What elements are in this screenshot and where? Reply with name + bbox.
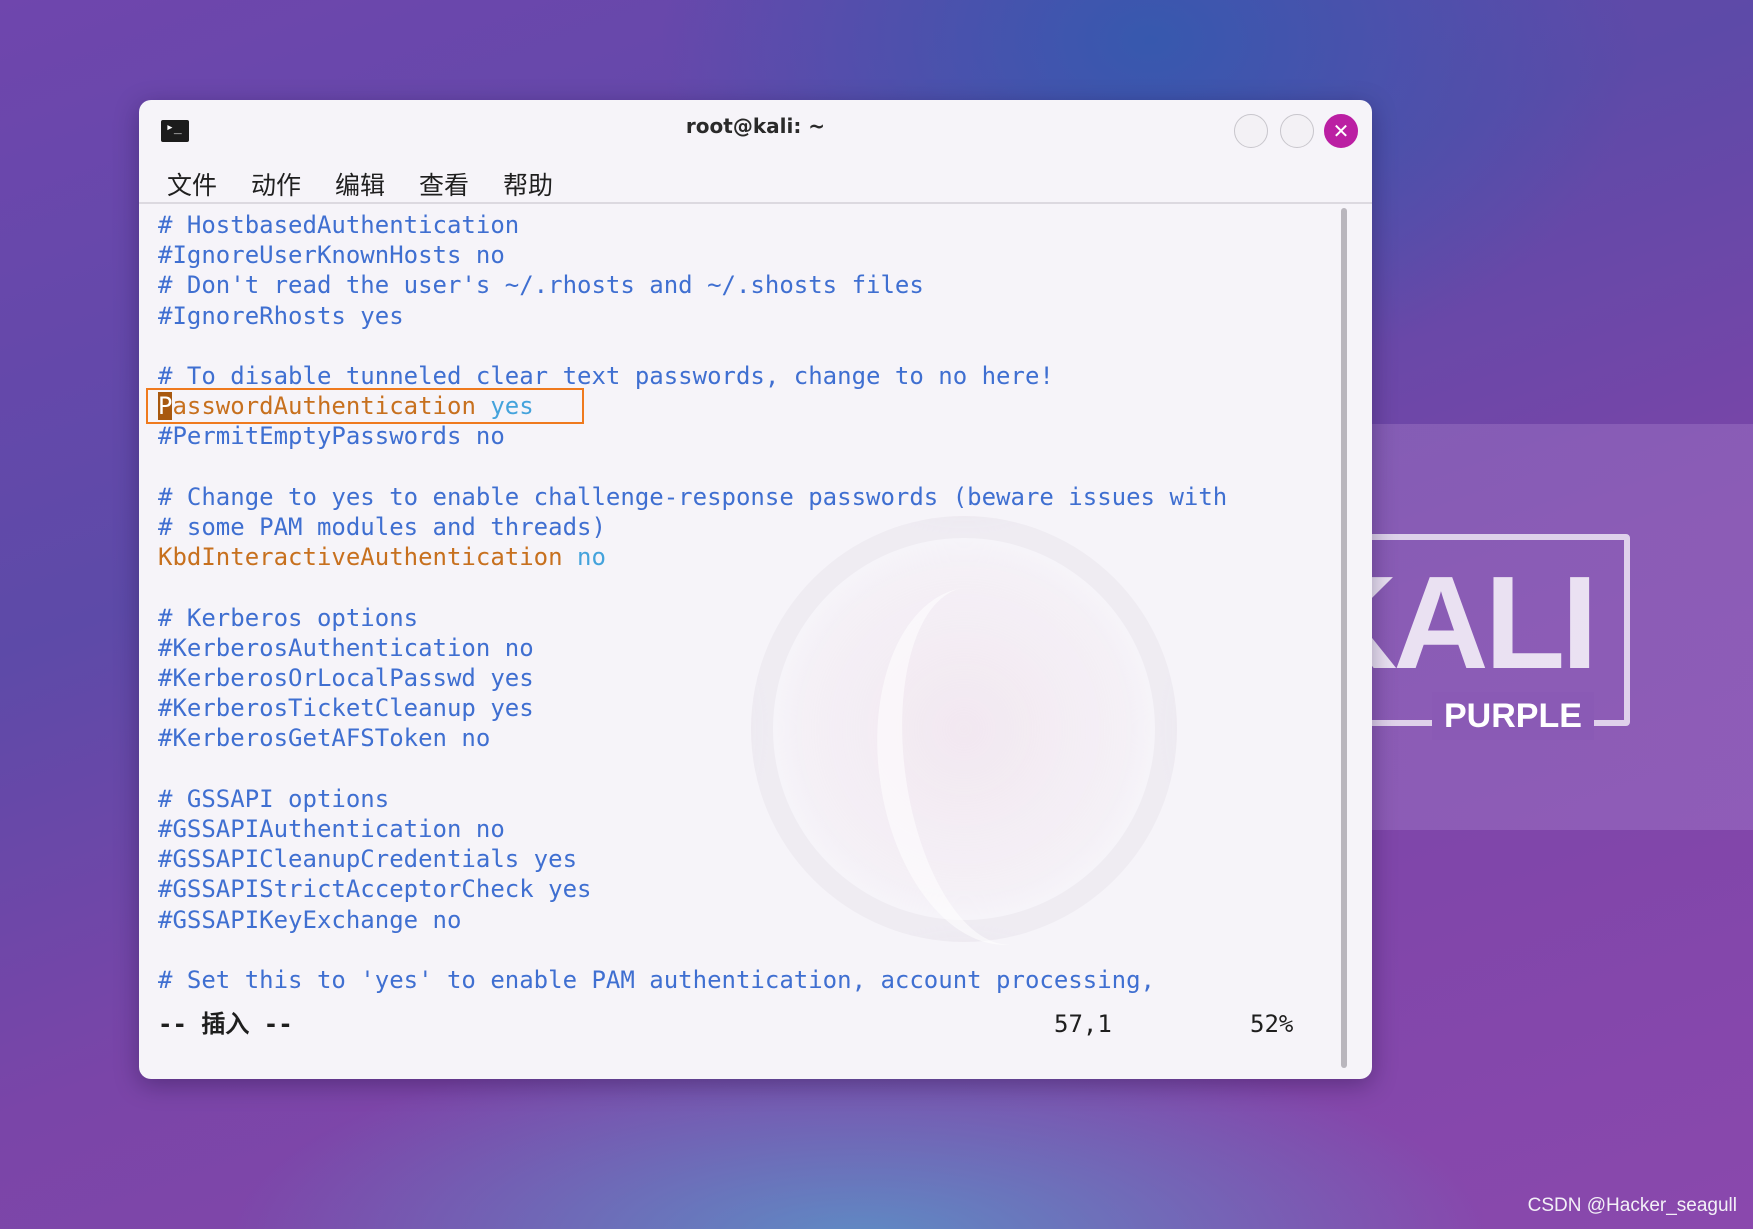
comment-line: # some PAM modules and threads) (158, 513, 606, 541)
comment-line: #PermitEmptyPasswords no (158, 422, 505, 451)
comment-line: #IgnoreUserKnownHosts no (158, 241, 505, 270)
comment-line: # Kerberos options (158, 603, 419, 632)
directive-value: no (577, 543, 606, 572)
menu-help[interactable]: 帮助 (503, 166, 553, 202)
comment-line: # Change to yes to enable challenge-resp… (158, 482, 1228, 511)
menu-edit[interactable]: 编辑 (335, 166, 385, 202)
comment-line: #GSSAPIKeyExchange no (158, 905, 462, 934)
close-button[interactable]: ✕ (1324, 114, 1358, 148)
maximize-button[interactable] (1280, 114, 1314, 148)
comment-line: #KerberosAuthentication no (158, 633, 534, 662)
menu-file[interactable]: 文件 (167, 166, 217, 202)
vim-mode-indicator: -- 插入 -- (158, 1010, 293, 1038)
comment-line: #GSSAPIStrictAcceptorCheck yes (158, 875, 592, 904)
menu-view[interactable]: 查看 (419, 166, 469, 202)
config-directive-line: PasswordAuthentication yes (146, 388, 584, 425)
csdn-watermark: CSDN @Hacker_seagull (1527, 1195, 1737, 1216)
scrollbar-thumb[interactable] (1341, 208, 1347, 1068)
comment-line: # GSSAPI options (158, 784, 390, 813)
terminal-content[interactable]: -- 插入 -- 57,1 52% # HostbasedAuthenticat… (139, 206, 1339, 1079)
terminal-window: ▸_ root@kali: ~ ✕ 文件 动作 编辑 查看 帮助 -- 插入 -… (139, 100, 1372, 1079)
purple-logo-text: PURPLE (1432, 692, 1594, 740)
comment-line: #KerberosOrLocalPasswd yes (158, 664, 534, 692)
menu-action[interactable]: 动作 (251, 166, 301, 202)
title-bar[interactable]: ▸_ root@kali: ~ ✕ (139, 100, 1372, 158)
comment-line: #KerberosGetAFSToken no (158, 724, 491, 753)
cursor-position: 57,1 (1054, 1010, 1112, 1038)
minimize-button[interactable] (1234, 114, 1268, 148)
menu-bar: 文件 动作 编辑 查看 帮助 (139, 158, 1372, 204)
close-icon: ✕ (1332, 119, 1350, 143)
comment-line: #GSSAPIAuthentication no (158, 815, 505, 843)
comment-line: # To disable tunneled clear text passwor… (158, 362, 1054, 390)
directive-key: KbdInteractiveAuthentication (158, 543, 563, 572)
config-directive-line: KbdInteractiveAuthentication no (158, 542, 606, 572)
highlight-annotation-box (146, 388, 584, 425)
comment-line: #GSSAPICleanupCredentials yes (158, 845, 578, 874)
comment-line: # Set this to 'yes' to enable PAM authen… (158, 966, 1155, 994)
comment-line: # HostbasedAuthentication (158, 211, 520, 239)
comment-line: #KerberosTicketCleanup yes (158, 694, 534, 723)
scroll-percent: 52% (1250, 1010, 1294, 1038)
comment-line: #IgnoreRhosts yes (158, 301, 404, 330)
scrollbar[interactable] (1338, 208, 1350, 1070)
window-title: root@kali: ~ (685, 114, 826, 138)
comment-line: # Don't read the user's ~/.rhosts and ~/… (158, 271, 924, 300)
